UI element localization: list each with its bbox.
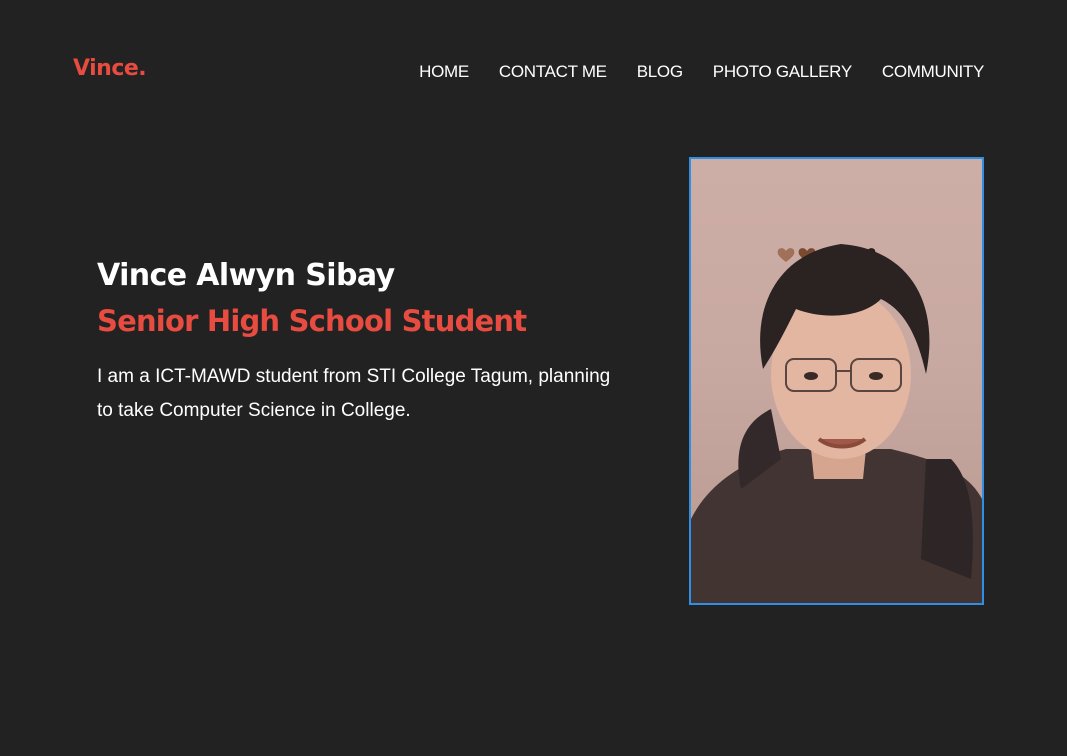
nav-item-blog[interactable]: BLOG <box>637 62 683 82</box>
nav-item-home[interactable]: HOME <box>419 62 469 82</box>
hero-description: I am a ICT-MAWD student from STI College… <box>97 366 611 421</box>
nav-item-photo-gallery[interactable]: PHOTO GALLERY <box>713 62 852 82</box>
main-nav: HOME CONTACT ME BLOG PHOTO GALLERY COMMU… <box>419 62 984 82</box>
hero-role: Senior High School Student <box>97 304 527 338</box>
profile-photo-illustration <box>691 244 982 603</box>
nav-item-contact-me[interactable]: CONTACT ME <box>499 62 607 82</box>
profile-photo <box>689 157 984 605</box>
nav-item-community[interactable]: COMMUNITY <box>882 62 984 82</box>
hero-name: Vince Alwyn Sibay <box>97 258 395 293</box>
site-logo[interactable]: Vince. <box>73 56 147 81</box>
